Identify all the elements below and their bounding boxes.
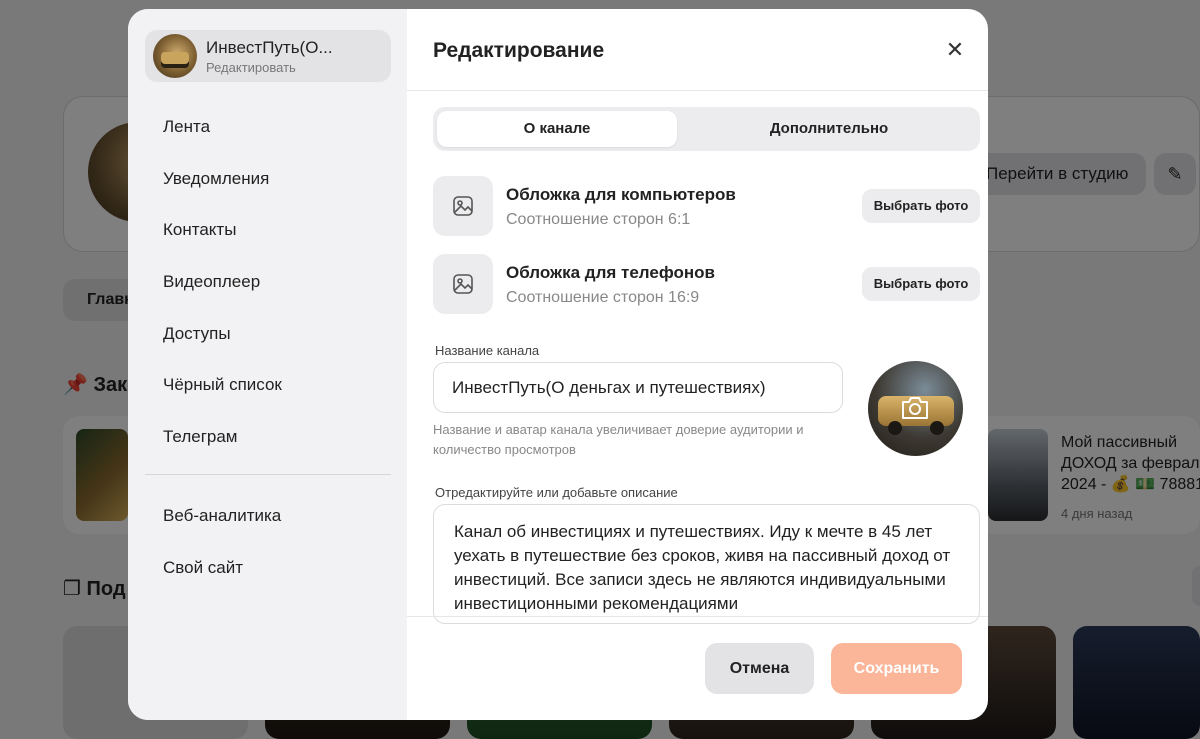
camera-icon [902,397,928,419]
cover-ratio: Соотношение сторон 16:9 [506,289,700,306]
desktop-cover-row: Обложка для компьютеров Соотношение стор… [433,176,980,236]
sidebar-item-own-site[interactable]: Свой сайт [128,542,407,594]
channel-name-label: Название канала [435,343,540,358]
choose-photo-button[interactable]: Выбрать фото [862,267,980,301]
tab-additional[interactable]: Дополнительно [707,111,951,147]
sidebar-divider [145,474,391,475]
tab-switcher: О канале Дополнительно [433,107,980,151]
sidebar-menu: Лента Уведомления Контакты Видеоплеер До… [128,101,407,463]
channel-edit-label: Редактировать [206,59,296,75]
sidebar-item-access[interactable]: Доступы [128,308,407,360]
avatar [153,34,197,78]
channel-name-hint: Название и аватар канала увеличивает дов… [433,422,804,457]
footer-divider [407,616,988,617]
sidebar-item-web-analytics[interactable]: Веб-аналитика [128,490,407,542]
cover-title: Обложка для телефонов [506,263,715,282]
edit-panel: Редактирование ✕ О канале Дополнительно … [407,9,988,720]
avatar-image-detail [930,421,944,435]
save-button[interactable]: Сохранить [831,643,962,694]
sidebar-menu-secondary: Веб-аналитика Свой сайт [128,490,407,593]
cancel-button[interactable]: Отмена [705,643,814,694]
mobile-cover-row: Обложка для телефонов Соотношение сторон… [433,254,980,314]
description-textarea[interactable]: Канал об инвестициях и путешествиях. Иду… [433,504,980,624]
sidebar-item-contacts[interactable]: Контакты [128,204,407,256]
channel-name: ИнвестПуть(О... [206,37,333,57]
cover-ratio: Соотношение сторон 6:1 [506,211,691,228]
image-icon [433,176,493,236]
channel-name-input[interactable]: ИнвестПуть(О деньгах и путешествиях) [433,362,843,413]
channel-avatar-upload[interactable] [868,361,963,456]
image-icon [433,254,493,314]
sidebar-item-videoplayer[interactable]: Видеоплеер [128,256,407,308]
sidebar-item-feed[interactable]: Лента [128,101,407,153]
choose-photo-button[interactable]: Выбрать фото [862,189,980,223]
tab-about[interactable]: О канале [437,111,677,147]
edit-modal: ИнвестПуть(О... Редактировать Лента Увед… [128,9,988,720]
settings-sidebar: ИнвестПуть(О... Редактировать Лента Увед… [128,9,407,720]
header-divider [407,90,988,91]
description-label: Отредактируйте или добавьте описание [435,485,678,500]
close-icon[interactable]: ✕ [943,39,967,63]
sidebar-item-telegram[interactable]: Телеграм [128,411,407,463]
cover-title: Обложка для компьютеров [506,185,736,204]
sidebar-item-notifications[interactable]: Уведомления [128,153,407,205]
channel-chip[interactable]: ИнвестПуть(О... Редактировать [145,30,391,82]
avatar-image-detail [888,421,902,435]
sidebar-item-blacklist[interactable]: Чёрный список [128,359,407,411]
page-title: Редактирование [433,39,605,62]
